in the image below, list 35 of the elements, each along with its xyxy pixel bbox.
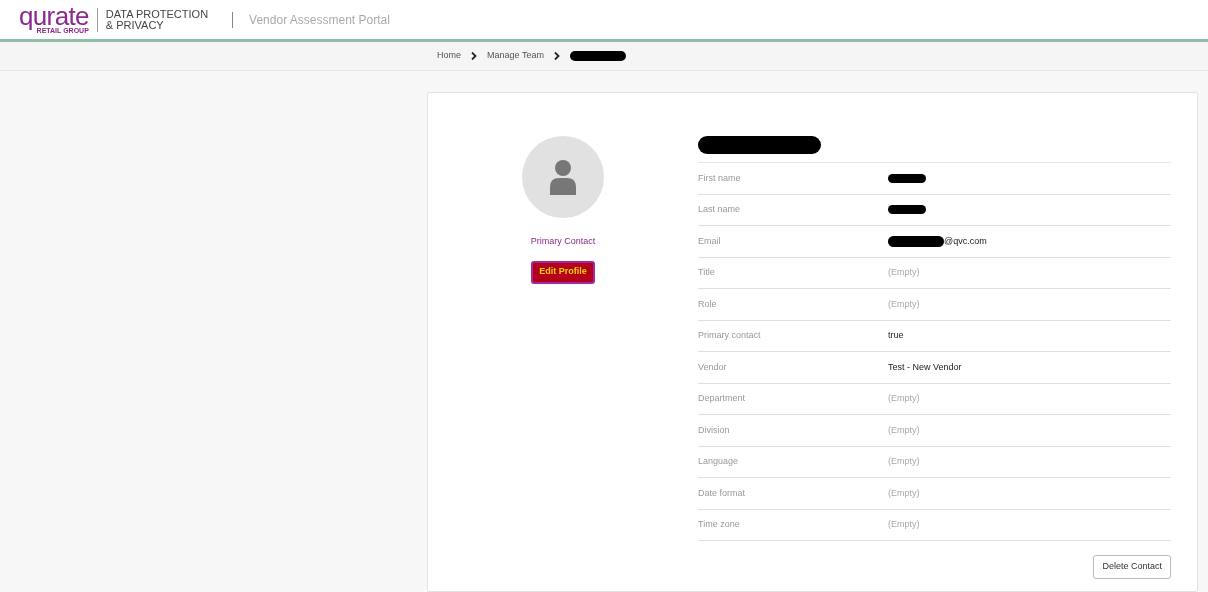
redaction-mark [888, 205, 926, 215]
person-icon [548, 159, 578, 195]
field-label: Last name [698, 203, 742, 216]
redaction-mark [888, 173, 926, 183]
edit-profile-button[interactable]: Edit Profile [531, 260, 595, 284]
field-label: First name [698, 171, 742, 185]
field-label: Department [698, 392, 747, 405]
field-label: Date format [698, 486, 747, 500]
empty-value: (Empty) [888, 486, 920, 500]
field-label: Primary contact [698, 329, 762, 342]
field-label: Role [698, 297, 718, 311]
portal-title: Vendor Assessment Portal [249, 11, 390, 29]
redaction-mark [888, 235, 944, 247]
field-label: Vendor [698, 360, 728, 374]
breadcrumb-link[interactable]: Manage Team [487, 49, 544, 63]
field-label: Email [698, 234, 722, 248]
empty-value: (Empty) [888, 266, 920, 279]
field-label: Division [698, 423, 731, 437]
delete-contact-button[interactable]: Delete Contact [1093, 555, 1171, 579]
empty-value: (Empty) [888, 423, 920, 437]
field-value: @qvc.com [944, 234, 987, 248]
empty-value: (Empty) [888, 455, 920, 468]
field-value: true [888, 329, 904, 342]
role-label: Primary Contact [530, 235, 596, 248]
chevron-right-icon [553, 52, 560, 60]
empty-value: (Empty) [888, 392, 920, 405]
field-label: Title [698, 266, 716, 279]
field-label: Language [698, 455, 740, 468]
empty-value: (Empty) [888, 518, 920, 531]
chevron-right-icon [471, 52, 477, 60]
division-title: DATA PROTECTION & PRIVACY [105, 8, 209, 31]
field-value: Test - New Vendor [888, 360, 962, 374]
breadcrumb-link[interactable]: Home [437, 49, 461, 63]
empty-value: (Empty) [888, 297, 920, 311]
field-label: Time zone [698, 518, 741, 531]
